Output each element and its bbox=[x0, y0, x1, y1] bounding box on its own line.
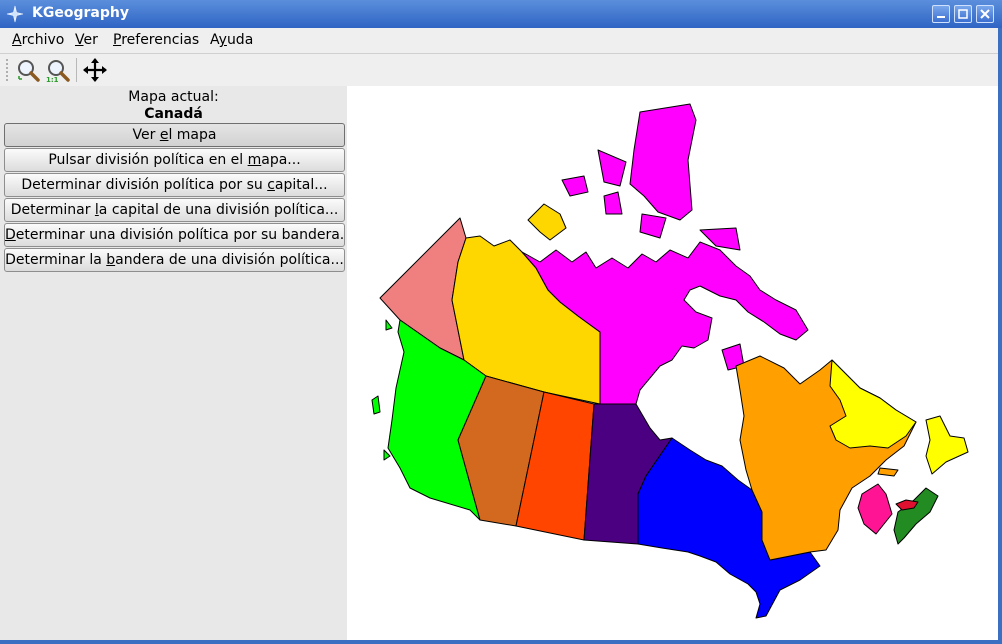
menu-ver[interactable]: Ver bbox=[75, 32, 98, 48]
region-quebec[interactable] bbox=[735, 355, 917, 561]
window-border-right bbox=[998, 28, 1002, 644]
menu-ayuda[interactable]: Ayuda bbox=[210, 32, 253, 48]
click-division-button[interactable]: Pulsar división política en el mapa... bbox=[4, 148, 345, 172]
minimize-button[interactable] bbox=[932, 5, 950, 23]
toolbar: 1:1 bbox=[0, 54, 1002, 87]
region-nova-scotia[interactable] bbox=[893, 487, 939, 545]
canada-map[interactable] bbox=[347, 86, 998, 640]
map-view[interactable] bbox=[347, 86, 998, 640]
close-button[interactable] bbox=[976, 5, 994, 23]
maximize-button[interactable] bbox=[954, 5, 972, 23]
flag-of-division-button[interactable]: Determinar la bandera de una división po… bbox=[4, 248, 345, 272]
move-icon[interactable] bbox=[82, 57, 108, 83]
division-by-flag-button[interactable]: Determinar una división política por su … bbox=[4, 223, 345, 247]
zoom-in-icon[interactable] bbox=[15, 57, 41, 83]
menu-preferencias[interactable]: Preferencias bbox=[113, 32, 199, 48]
title-bar[interactable]: KGeography bbox=[0, 0, 1002, 28]
window-title: KGeography bbox=[32, 5, 129, 21]
current-map-name: Canadá bbox=[144, 106, 203, 122]
zoom-original-icon[interactable]: 1:1 bbox=[45, 57, 71, 83]
region-new-brunswick[interactable] bbox=[857, 483, 893, 535]
sidebar-panel: Mapa actual: Canadá Ver el mapa Pulsar d… bbox=[0, 86, 347, 640]
capital-of-division-button[interactable]: Determinar la capital de una división po… bbox=[4, 198, 345, 222]
menu-bar: Archivo Ver Preferencias Ayuda bbox=[0, 28, 1002, 54]
toolbar-separator bbox=[76, 58, 77, 82]
kgeography-app-icon[interactable] bbox=[6, 5, 24, 23]
menu-archivo[interactable]: Archivo bbox=[12, 32, 64, 48]
toolbar-grip[interactable] bbox=[5, 58, 9, 82]
window-border-bottom bbox=[0, 640, 1002, 644]
show-map-button[interactable]: Ver el mapa bbox=[4, 123, 345, 147]
app-window: KGeography Archivo Ver Preferencias Ayud… bbox=[0, 0, 1002, 644]
division-by-capital-button[interactable]: Determinar división política por su capi… bbox=[4, 173, 345, 197]
current-map-label: Mapa actual: bbox=[128, 89, 219, 105]
svg-text:1:1: 1:1 bbox=[46, 76, 59, 83]
